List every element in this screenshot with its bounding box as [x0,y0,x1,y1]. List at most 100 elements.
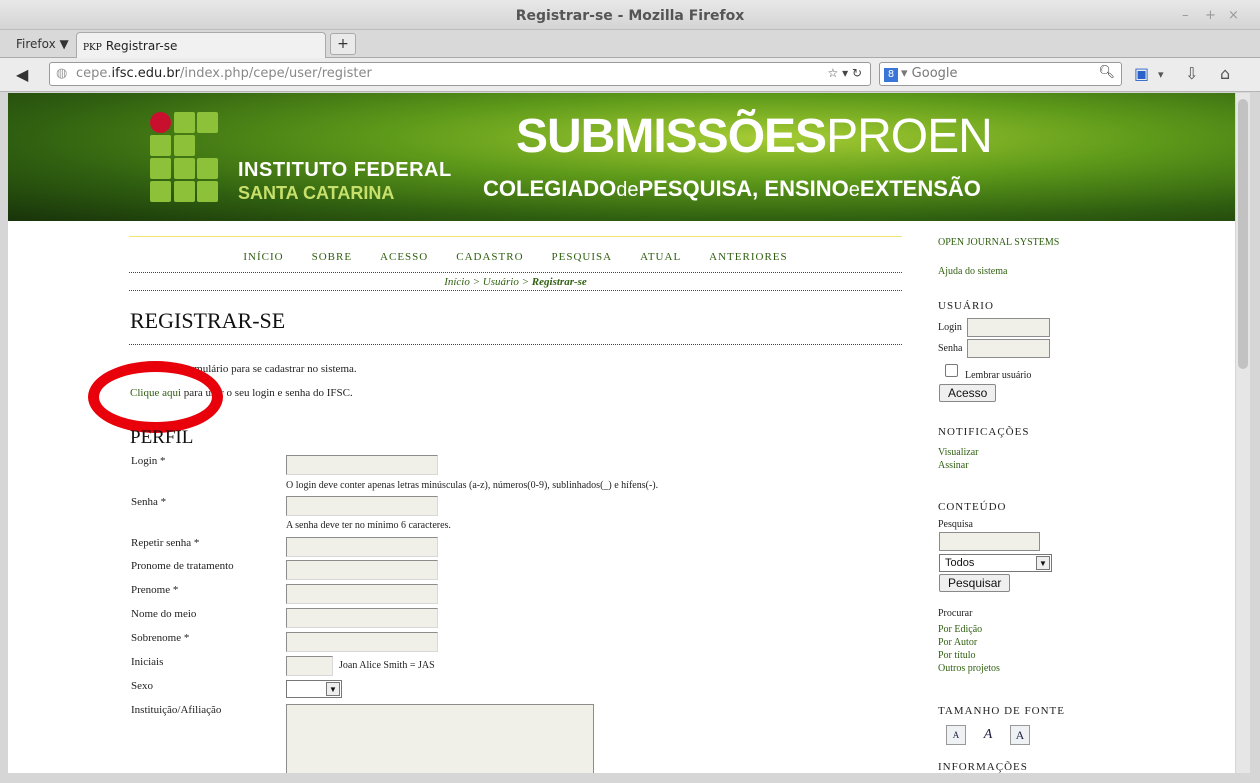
nav-sobre[interactable]: SOBRE [312,251,352,263]
breadcrumb-user[interactable]: Usuário [483,276,519,288]
bookmarks-icon[interactable]: ▣ [1134,64,1149,83]
search-input[interactable]: Google [912,66,958,81]
font-default-icon[interactable]: A [978,725,998,745]
remember-checkbox[interactable] [945,364,958,377]
banner-title-light: PROEN [826,110,993,163]
nav-acesso[interactable]: ACESSO [380,251,428,263]
new-tab-button[interactable]: + [330,33,356,55]
sexo-select[interactable]: ▼ [286,680,342,698]
assinar-link[interactable]: Assinar [938,460,969,471]
font-small-icon[interactable]: A [946,725,966,745]
page-title: REGISTRAR-SE [130,308,286,333]
breadcrumb-home[interactable]: Início [444,276,470,288]
iniciais-input[interactable] [286,656,333,676]
por-autor-link[interactable]: Por Autor [938,637,977,648]
pronome-input[interactable] [286,560,438,580]
tab-bar: Firefox ▼ PKP Registrar-se + [0,30,1260,58]
logo-square [197,181,218,202]
senha-input[interactable] [286,496,438,516]
font-large-icon[interactable]: A [1010,725,1030,745]
logo-square [197,112,218,133]
nav-cadastro[interactable]: CADASTRO [456,251,523,263]
nome-meio-label: Nome do meio [131,608,197,620]
maximize-icon[interactable]: + [1205,8,1216,23]
pesquisa-input[interactable] [939,532,1040,551]
scope-select[interactable]: Todos ▼ [939,554,1052,572]
google-engine-icon[interactable]: 8 [884,68,898,82]
instituicao-textarea[interactable] [286,704,594,773]
help-link[interactable]: Ajuda do sistema [938,266,1007,277]
logo-square [150,135,171,156]
home-icon[interactable]: ⌂ [1220,64,1230,83]
scope-value: Todos [945,557,975,569]
minimize-icon[interactable]: – [1182,8,1189,23]
nav-atual[interactable]: ATUAL [640,251,681,263]
engine-dropdown-icon[interactable]: ▾ [901,66,912,81]
login-input[interactable] [286,455,438,475]
acesso-button[interactable]: Acesso [939,384,997,402]
notificacoes-heading: NOTIFICAÇÕES [938,426,1030,438]
outros-projetos-link[interactable]: Outros projetos [938,663,1000,674]
por-edicao-link[interactable]: Por Edição [938,624,982,635]
logo-square [197,158,218,179]
sub-part: de [616,179,639,201]
search-icon[interactable]: 🔍︎ [1098,65,1115,80]
por-titulo-link[interactable]: Por título [938,650,976,661]
nav-anteriores[interactable]: ANTERIORES [709,251,787,263]
back-arrow-icon[interactable]: ◀ [16,65,28,84]
close-icon[interactable]: × [1228,8,1239,23]
sidebar-login-input[interactable] [967,318,1050,337]
sidebar-senha-input[interactable] [967,339,1050,358]
sub-part: e [848,179,860,201]
nav-pesquisa[interactable]: PESQUISA [552,251,613,263]
sidebar-senha-label: Senha [938,343,963,354]
iniciais-label: Iniciais [131,656,164,668]
repetir-senha-input[interactable] [286,537,438,557]
url-bar[interactable]: ◍ cepe.ifsc.edu.br/index.php/cepe/user/r… [49,62,871,86]
search-bar[interactable]: 8 ▾ Google 🔍︎ [879,62,1122,86]
iniciais-help: Joan Alice Smith = JAS [339,660,435,671]
divider [129,344,902,345]
logo-square [174,158,195,179]
instituicao-label: Instituição/Afiliação [131,704,222,716]
informacoes-heading: INFORMAÇÕES [938,761,1028,773]
logo-red-dot [150,112,171,133]
breadcrumb-current[interactable]: Registrar-se [532,276,587,288]
sub-part: COLEGIADO [483,176,617,201]
section-perfil: PERFIL [130,427,194,448]
banner-title: SUBMISSÕESPROEN [516,109,993,164]
breadcrumb: Início > Usuário > Registrar-se [129,276,902,288]
logo-square [150,158,171,179]
url-path: /index.php/cepe/user/register [180,66,372,81]
dropdown-arrow-icon[interactable]: ▾ [842,66,848,80]
chevron-down-icon: ▼ [326,682,340,696]
main-nav: INÍCIO SOBRE ACESSO CADASTRO PESQUISA AT… [129,251,902,263]
logo-square [174,135,195,156]
scrollbar-thumb[interactable] [1238,99,1248,369]
url-host: ifsc.edu.br [111,66,180,81]
ojs-link[interactable]: OPEN JOURNAL SYSTEMS [938,237,1059,248]
sobrenome-input[interactable] [286,632,438,652]
nome-meio-input[interactable] [286,608,438,628]
visualizar-link[interactable]: Visualizar [938,447,979,458]
reload-icon[interactable]: ↻ [852,66,862,80]
download-icon[interactable]: ⇩ [1185,64,1198,83]
bookmarks-dropdown-icon[interactable]: ▾ [1158,68,1164,81]
senha-help: A senha deve ter no mínimo 6 caracteres. [286,520,451,531]
usuario-heading: USUÁRIO [938,300,994,312]
pesquisar-button[interactable]: Pesquisar [939,574,1011,592]
vertical-scrollbar[interactable] [1236,93,1250,773]
sexo-label: Sexo [131,680,153,692]
pesquisa-label: Pesquisa [938,519,973,530]
firefox-menu-button[interactable]: Firefox ▼ [16,37,69,51]
banner-title-bold: SUBMISSÕES [516,110,827,163]
divider [129,236,902,237]
prenome-input[interactable] [286,584,438,604]
divider [129,290,902,291]
tab-registrar[interactable]: PKP Registrar-se [76,32,326,58]
sobrenome-label: Sobrenome * [131,632,190,644]
sub-part: PESQUISA, ENSINO [638,176,849,201]
pkp-favicon-icon: PKP [83,43,102,53]
nav-inicio[interactable]: INÍCIO [243,251,283,263]
bookmark-star-icon[interactable]: ☆ [827,66,838,80]
